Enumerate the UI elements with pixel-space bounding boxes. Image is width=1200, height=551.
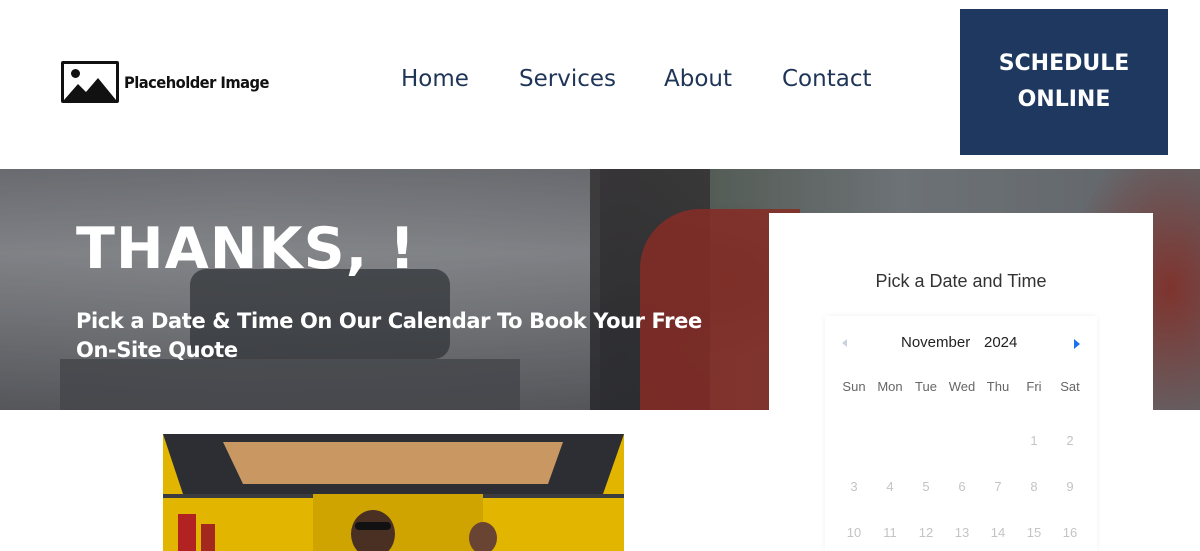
calendar-day[interactable]: 15 — [1016, 525, 1052, 540]
weekday-mon: Mon — [877, 379, 903, 394]
scheduler-title: Pick a Date and Time — [875, 271, 1047, 291]
nav-about[interactable]: About — [664, 66, 732, 92]
calendar-day[interactable]: 6 — [944, 479, 980, 494]
mountains-shape — [64, 78, 116, 100]
calendar-day[interactable]: 3 — [836, 479, 872, 494]
weekday-sat: Sat — [1060, 379, 1080, 394]
calendar-day[interactable]: 10 — [836, 525, 872, 540]
weekday-wed: Wed — [948, 379, 976, 394]
calendar-month[interactable]: November — [901, 334, 970, 351]
site-logo[interactable]: Placeholder Image — [61, 61, 282, 103]
logo-text: Placeholder Image — [124, 72, 269, 92]
image-placeholder-icon — [61, 61, 119, 103]
calendar-day[interactable]: 12 — [908, 525, 944, 540]
calendar-year[interactable]: 2024 — [984, 334, 1017, 351]
workers-photo — [163, 434, 624, 551]
weekday-sun: Sun — [842, 379, 866, 394]
weekday-thu: Thu — [986, 379, 1010, 394]
calendar-day[interactable]: 1 — [1016, 433, 1052, 448]
calendar-widget: November 2024 Sun Mon Tue Wed Thu Fri Sa… — [825, 316, 1097, 551]
calendar-day[interactable]: 2 — [1052, 433, 1088, 448]
scheduler-card: Pick a Date and Time November 2024 Sun M… — [769, 213, 1153, 551]
calendar-day[interactable]: 9 — [1052, 479, 1088, 494]
calendar-day[interactable]: 4 — [872, 479, 908, 494]
chevron-right-icon[interactable] — [1074, 339, 1080, 349]
calendar-day[interactable]: 5 — [908, 479, 944, 494]
schedule-online-button[interactable]: SCHEDULE ONLINE — [960, 9, 1168, 155]
weekday-tue: Tue — [915, 379, 937, 394]
chevron-left-icon[interactable] — [842, 339, 847, 347]
calendar-day[interactable]: 7 — [980, 479, 1016, 494]
nav-contact[interactable]: Contact — [782, 66, 871, 92]
cta-line-2: ONLINE — [1017, 87, 1111, 112]
nav-home[interactable]: Home — [401, 66, 469, 92]
weekday-fri: Fri — [1026, 379, 1042, 394]
calendar-day[interactable]: 11 — [872, 525, 908, 540]
cta-line-1: SCHEDULE — [998, 51, 1130, 76]
hero-title: THANKS, ! — [76, 216, 417, 282]
calendar-day[interactable]: 13 — [944, 525, 980, 540]
hero-subtitle: Pick a Date & Time On Our Calendar To Bo… — [76, 309, 702, 362]
calendar-day[interactable]: 8 — [1016, 479, 1052, 494]
calendar-day[interactable]: 14 — [980, 525, 1016, 540]
calendar-day[interactable]: 16 — [1052, 525, 1088, 540]
nav-services[interactable]: Services — [519, 66, 616, 92]
